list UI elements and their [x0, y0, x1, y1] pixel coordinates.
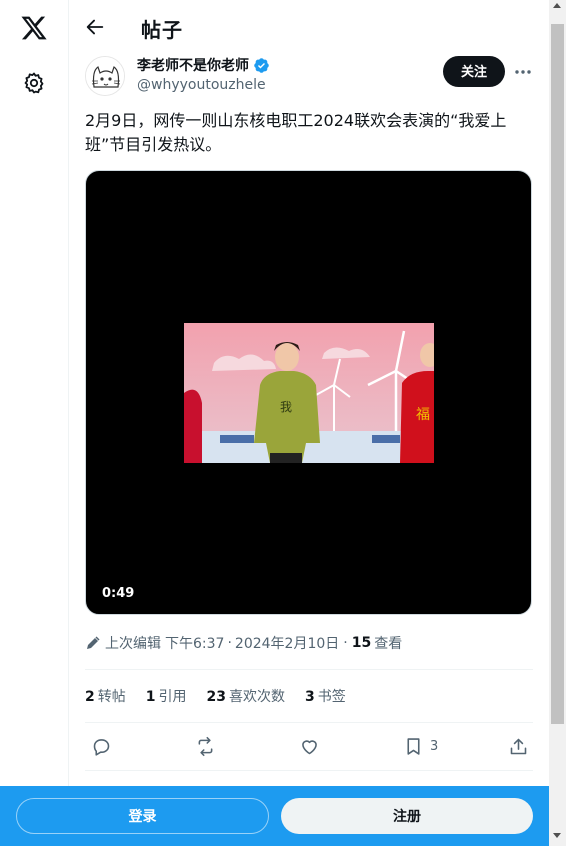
scrollbar[interactable]: [549, 0, 566, 846]
video-thumbnail: 我 福: [184, 323, 434, 463]
divider: [85, 669, 533, 670]
meta-separator: ·: [343, 635, 348, 651]
edited-label[interactable]: 上次编辑: [105, 633, 161, 653]
post-stats: 2 转帖 1 引用 23 喜欢次数 3 书签: [85, 686, 366, 706]
divider: [85, 770, 533, 771]
video-player[interactable]: 我 福 0:49: [85, 170, 532, 615]
pencil-icon: [85, 635, 101, 651]
views-label: 查看: [374, 636, 403, 652]
left-rail: [0, 0, 69, 846]
bookmarks-stat[interactable]: 3 书签: [305, 686, 346, 706]
author-name[interactable]: 李老师不是你老师: [137, 55, 249, 75]
page-title: 帖子: [141, 18, 183, 42]
svg-text:福: 福: [416, 407, 430, 423]
scroll-down-arrow-icon[interactable]: [553, 833, 561, 838]
views-count: 15: [351, 635, 372, 651]
post-time[interactable]: 下午6:37: [165, 633, 224, 653]
verified-badge-icon: [253, 57, 270, 74]
scroll-thumb[interactable]: [551, 24, 564, 724]
retweet-icon[interactable]: [195, 734, 216, 758]
share-icon[interactable]: [508, 734, 529, 758]
post-text: 2月9日，网传一则山东核电职工2024联欢会表演的“我爱上班”节目引发热议。: [85, 111, 507, 154]
bookmark-icon: [407, 737, 420, 755]
post-detail: 帖子 李老师不是你老师 @whyyoutouzhele 关注 2月9日，网传一则…: [69, 0, 549, 846]
scroll-up-arrow-icon[interactable]: [553, 3, 561, 8]
avatar[interactable]: [85, 56, 125, 96]
bookmark-button[interactable]: 3: [403, 734, 438, 758]
meta-separator: ·: [227, 635, 232, 651]
author-handle[interactable]: @whyyoutouzhele: [137, 77, 270, 93]
author-info: 李老师不是你老师 @whyyoutouzhele: [137, 56, 270, 93]
follow-button[interactable]: 关注: [443, 56, 505, 87]
action-bar: 3: [85, 734, 533, 758]
more-icon[interactable]: [513, 62, 533, 82]
post-meta: 上次编辑 下午6:37 · 2024年2月10日 · 15 查看: [85, 633, 402, 653]
x-logo-icon[interactable]: [20, 14, 48, 42]
reposts-stat[interactable]: 2 转帖: [85, 686, 126, 706]
video-duration: 0:49: [96, 585, 141, 602]
gear-icon[interactable]: [22, 71, 46, 95]
bookmark-count: 3: [430, 738, 439, 754]
page-header: 帖子: [69, 0, 549, 53]
likes-stat[interactable]: 23 喜欢次数: [207, 686, 285, 706]
heart-icon[interactable]: [299, 734, 320, 758]
login-bar: 登录 注册: [0, 786, 549, 846]
author-name-row: 李老师不是你老师: [137, 56, 270, 74]
back-arrow-icon[interactable]: [84, 16, 106, 38]
post-date[interactable]: 2024年2月10日: [235, 633, 339, 653]
quotes-stat[interactable]: 1 引用: [146, 686, 187, 706]
svg-text:我: 我: [280, 400, 292, 414]
login-button[interactable]: 登录: [16, 798, 269, 834]
signup-button[interactable]: 注册: [281, 798, 533, 834]
reply-icon[interactable]: [91, 734, 112, 758]
divider: [85, 722, 533, 723]
